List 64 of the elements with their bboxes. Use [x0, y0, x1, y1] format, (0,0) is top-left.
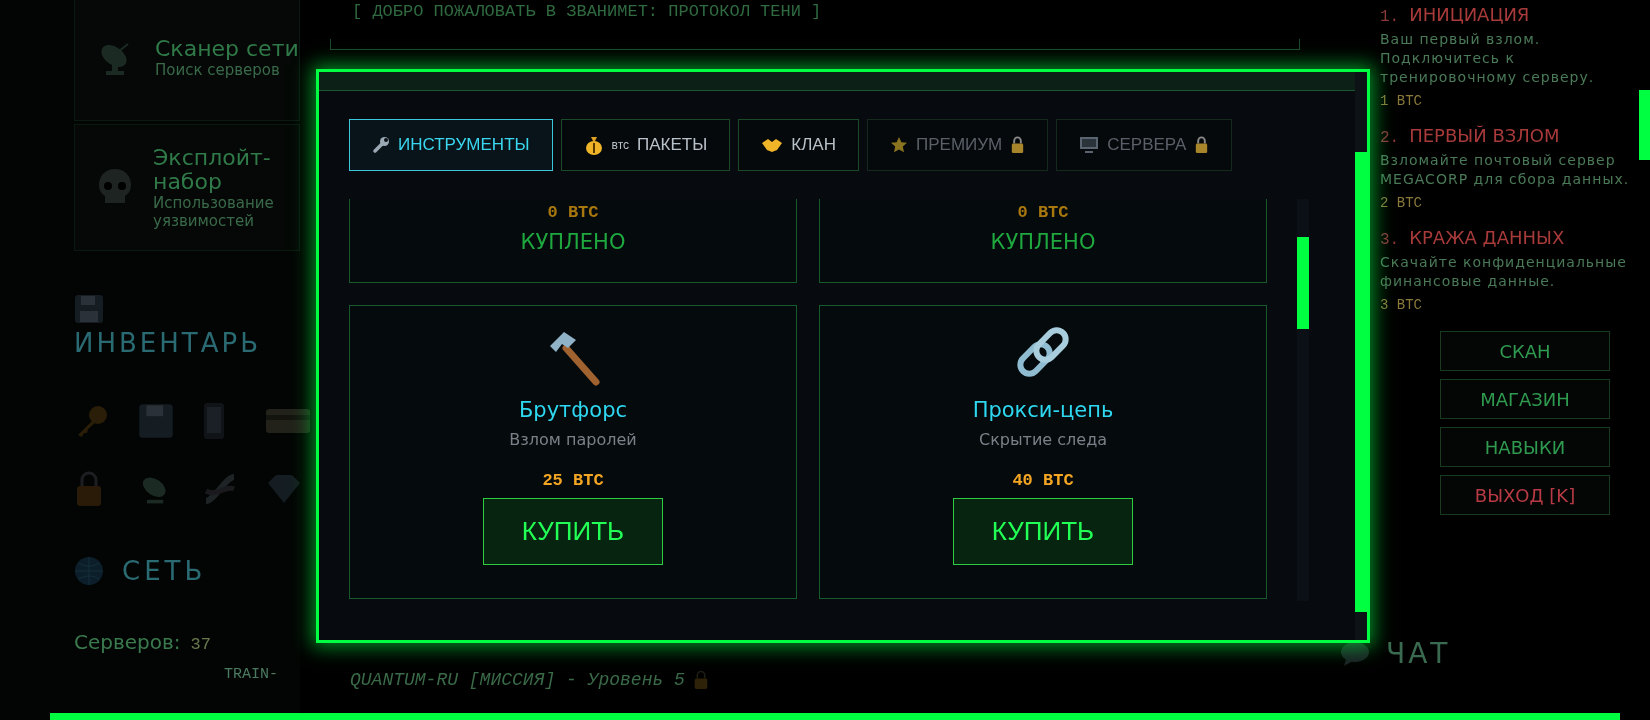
menu-button[interactable]: МАГАЗИН [1440, 379, 1610, 419]
menu-button[interactable]: НАВЫКИ [1440, 427, 1610, 467]
globe-icon [74, 556, 104, 586]
menu-button[interactable]: ВЫХОД [K] [1440, 475, 1610, 515]
shop-tab[interactable]: втс ПАКЕТЫ [560, 119, 731, 171]
currency-label: втс [611, 138, 630, 152]
network-heading: СЕТЬ [122, 556, 207, 586]
phone-icon [202, 402, 226, 440]
servers-label: Серверов: [74, 630, 181, 654]
item-price: 0 BTC [547, 203, 599, 222]
item-description: Взлом паролей [509, 430, 637, 449]
item-price: 0 BTC [1017, 203, 1069, 222]
lock-icon [74, 470, 104, 508]
scrollbar-thumb[interactable] [1355, 152, 1367, 612]
mission-reward: 3 BTC [1380, 297, 1423, 313]
diamond-icon [266, 473, 302, 505]
tool-title: Эксплойт-набор [153, 145, 272, 194]
buy-button[interactable]: КУПИТЬ [953, 498, 1133, 565]
money-bag-icon [583, 135, 604, 155]
shop-tab[interactable]: СЕРВЕРА [1056, 119, 1233, 171]
star-icon [890, 136, 908, 154]
lock-icon [1010, 136, 1026, 154]
item-name: Прокси-цепь [972, 398, 1114, 422]
mission-line: QUANTUM-RU [МИССИЯ] - Уровень 5 [350, 670, 685, 690]
inventory-heading: ИНВЕНТАРЬ [74, 328, 262, 358]
item-price: 40 BTC [1012, 471, 1074, 490]
shop-tab[interactable]: КЛАН [738, 119, 859, 171]
mission-description: Ваш первый взлом. Подключитесь к тренировочному серверу. [1380, 30, 1596, 87]
mission-description: Скачайте конфиденциальные финансовые данные. [1380, 253, 1628, 291]
menu-button[interactable]: СКАН [1440, 331, 1610, 371]
server-name: TRAIN- [224, 666, 279, 683]
buy-button[interactable]: КУПИТЬ [483, 498, 663, 565]
lock-icon [1194, 136, 1210, 154]
mission-description: Взломайте почтовый сервер MEGACORP для сбора данных. [1380, 151, 1630, 189]
item-description: Скрытие следа [979, 430, 1107, 449]
servers-count: 37 [190, 635, 211, 654]
scrollbar-thumb[interactable] [1639, 90, 1650, 160]
scrollbar-thumb[interactable] [1297, 237, 1309, 329]
mission-title: ПЕРВЫЙ ВЗЛОМ [1409, 125, 1560, 146]
welcome-text: [ ДОБРО ПОЖАЛОВАТЬ В ЗВАНИМЕТ: ПРОТОКОЛ ТЕНИ ] [351, 2, 822, 21]
tool-card[interactable]: Сканер сети Поиск серверов [74, 0, 300, 121]
tool-title: Сканер сети [155, 36, 299, 61]
shop-tab[interactable]: ИНСТРУМЕНТЫ [349, 119, 553, 171]
speech-bubble-icon [1340, 640, 1370, 667]
mission-reward: 1 BTC [1380, 93, 1423, 109]
mission-number: 2. [1380, 129, 1400, 147]
wrench-icon [372, 136, 390, 154]
purchased-status: КУПЛЕНО [990, 230, 1096, 254]
tool-description: Поиск серверов [155, 60, 281, 79]
mission-title: КРАЖА ДАННЫХ [1409, 227, 1565, 248]
tool-card[interactable]: Эксплойт-набор Использование уязвимостей [74, 124, 300, 251]
item-price: 25 BTC [542, 471, 604, 490]
mission-number: 3. [1380, 231, 1400, 249]
mission-title: ИНИЦИАЦИЯ [1409, 4, 1530, 25]
mission-number: 1. [1380, 8, 1400, 26]
tool-description: Использование уязвимостей [153, 193, 275, 230]
card-icon [266, 407, 310, 435]
shop-tab[interactable]: ПРЕМИУМ [867, 119, 1049, 171]
monitor-icon [1079, 136, 1100, 154]
mission-reward: 2 BTC [1380, 195, 1423, 211]
chat-heading: ЧАТ [1386, 637, 1451, 670]
lock-icon [692, 670, 709, 690]
item-name: Брутфорс [518, 398, 628, 422]
purchased-status: КУПЛЕНО [520, 230, 626, 254]
